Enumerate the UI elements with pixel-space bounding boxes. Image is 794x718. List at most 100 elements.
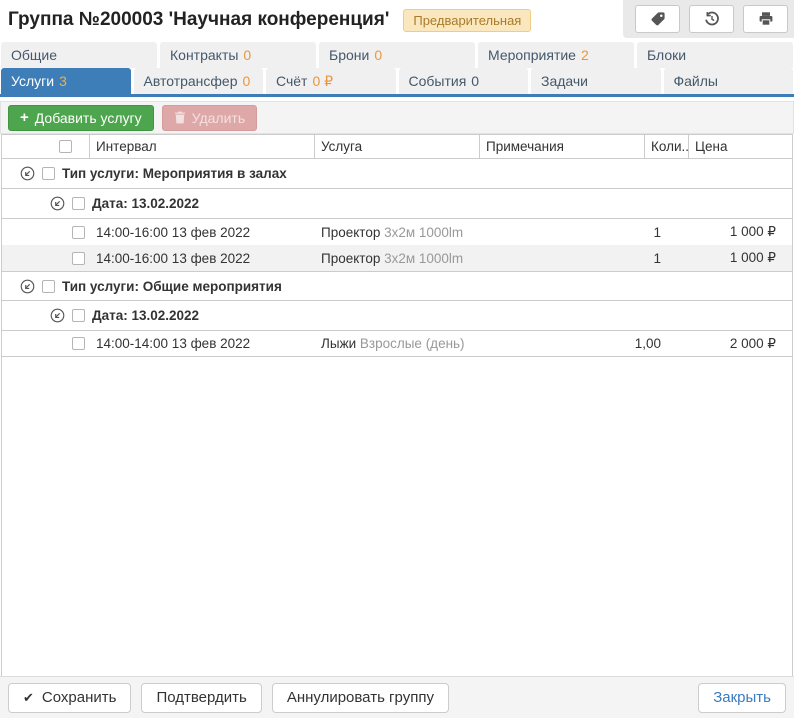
confirm-label: Подтвердить	[156, 689, 246, 706]
tab-kontrakty[interactable]: Контракты0	[160, 42, 316, 68]
tab-count-badge: 3	[59, 73, 67, 89]
cell-service: Проектор 3x2м 1000lm	[315, 251, 480, 266]
tab-label: Услуги	[11, 73, 54, 89]
service-description: Взрослые (день)	[356, 336, 464, 351]
tabs-row-2: Услуги 3 Автотрансфер 0 Счёт 0 ₽ События0 Задач…	[0, 68, 794, 94]
tab-count-badge: 0 ₽	[312, 73, 333, 90]
cell-qty: 1	[645, 225, 689, 240]
add-service-label: Добавить услугу	[35, 110, 142, 126]
services-toolbar: + Добавить услугу Удалить	[0, 101, 794, 134]
cell-price: 1 000 ₽	[689, 224, 792, 240]
delete-service-label: Удалить	[192, 110, 245, 126]
tag-icon	[650, 11, 666, 27]
row-checkbox[interactable]	[72, 252, 85, 265]
tab-sobytiya[interactable]: События0	[399, 68, 529, 94]
tab-label: Задачи	[541, 73, 588, 89]
service-type-group-row: Тип услуги: Общие мероприятия	[2, 271, 792, 301]
collapse-arrow-icon[interactable]	[20, 166, 35, 181]
group-label: Тип услуги: Общие мероприятия	[62, 279, 282, 294]
tab-zadachi[interactable]: Задачи	[531, 68, 661, 94]
annul-group-button[interactable]: Аннулировать группу	[272, 683, 449, 713]
history-button[interactable]	[689, 5, 734, 33]
row-checkbox[interactable]	[42, 280, 55, 293]
tab-bloki[interactable]: Блоки	[637, 42, 793, 68]
service-row[interactable]: 14:00-14:00 13 фев 2022Лыжи Взрослые (де…	[2, 331, 792, 357]
tab-broni[interactable]: Брони 0	[319, 42, 475, 68]
date-group-row: Дата: 13.02.2022	[2, 301, 792, 331]
collapse-arrow-icon[interactable]	[20, 279, 35, 294]
row-checkbox[interactable]	[72, 337, 85, 350]
print-icon	[758, 11, 774, 27]
tab-count-badge: 2	[581, 47, 589, 63]
group-label: Дата: 13.02.2022	[92, 308, 199, 323]
column-header-price[interactable]: Цена	[689, 135, 792, 158]
tab-schet[interactable]: Счёт 0 ₽	[266, 68, 396, 94]
services-grid: Интервал Услуга Примечания Коли... Цена …	[1, 134, 793, 676]
close-label: Закрыть	[713, 689, 771, 706]
group-label: Тип услуги: Мероприятия в залах	[62, 166, 287, 181]
tags-button[interactable]	[635, 5, 680, 33]
tab-obshchie[interactable]: Общие	[1, 42, 157, 68]
delete-service-button[interactable]: Удалить	[162, 105, 257, 131]
page-title: Группа №200003 'Научная конференция'	[8, 9, 389, 31]
tab-count-badge: 0	[374, 47, 382, 63]
tab-label: Блоки	[647, 47, 686, 63]
cell-price: 2 000 ₽	[689, 336, 792, 352]
title-bar: Группа №200003 'Научная конференция' Пре…	[0, 0, 794, 40]
print-button[interactable]	[743, 5, 788, 33]
service-row[interactable]: 14:00-16:00 13 фев 2022Проектор 3x2м 100…	[2, 245, 792, 271]
cell-check	[2, 252, 90, 265]
tab-avtotransfer[interactable]: Автотрансфер 0	[134, 68, 264, 94]
collapse-arrow-icon[interactable]	[50, 308, 65, 323]
cell-service: Лыжи Взрослые (день)	[315, 336, 480, 351]
footer-bar: ✔ Сохранить Подтвердить Аннулировать гру…	[0, 676, 794, 718]
tab-uslugi[interactable]: Услуги 3	[1, 68, 131, 94]
tab-label: Счёт	[276, 73, 307, 89]
service-row[interactable]: 14:00-16:00 13 фев 2022Проектор 3x2м 100…	[2, 219, 792, 245]
select-all-checkbox[interactable]	[59, 140, 72, 153]
tab-meropriyatie[interactable]: Мероприятие2	[478, 42, 634, 68]
tab-label: Брони	[329, 47, 369, 63]
row-checkbox[interactable]	[72, 226, 85, 239]
cell-interval: 14:00-16:00 13 фев 2022	[90, 225, 315, 240]
date-group-row: Дата: 13.02.2022	[2, 189, 792, 219]
column-header-interval[interactable]: Интервал	[90, 135, 315, 158]
confirm-button[interactable]: Подтвердить	[141, 683, 261, 713]
row-checkbox[interactable]	[72, 197, 85, 210]
row-checkbox[interactable]	[42, 167, 55, 180]
close-button[interactable]: Закрыть	[698, 683, 786, 713]
save-button[interactable]: ✔ Сохранить	[8, 683, 131, 713]
add-service-button[interactable]: + Добавить услугу	[8, 105, 154, 131]
collapse-arrow-icon[interactable]	[50, 196, 65, 211]
tab-label: Автотрансфер	[144, 73, 238, 89]
cell-qty: 1	[645, 251, 689, 266]
column-header-qty[interactable]: Коли...	[645, 135, 689, 158]
row-checkbox[interactable]	[72, 309, 85, 322]
service-name: Проектор	[321, 251, 380, 266]
trash-icon	[174, 111, 186, 124]
column-header-notes[interactable]: Примечания	[480, 135, 645, 158]
active-tab-underline	[0, 94, 794, 97]
column-header-service[interactable]: Услуга	[315, 135, 480, 158]
group-label: Дата: 13.02.2022	[92, 196, 199, 211]
service-description: 3x2м 1000lm	[380, 251, 463, 266]
tab-label: Файлы	[674, 73, 718, 89]
grid-body: Тип услуги: Мероприятия в залах Дата: 13.…	[2, 159, 792, 676]
tab-count-badge: 0	[243, 73, 251, 89]
save-label: Сохранить	[42, 689, 117, 706]
cell-qty: 1,00	[645, 336, 689, 351]
cell-interval: 14:00-14:00 13 фев 2022	[90, 336, 315, 351]
grid-header-checkbox-cell	[2, 135, 90, 158]
tab-count-badge: 0	[243, 47, 251, 63]
service-name: Проектор	[321, 225, 380, 240]
tab-count-badge: 0	[471, 73, 479, 89]
check-icon: ✔	[23, 690, 34, 706]
header-icon-buttons	[623, 0, 794, 38]
tab-label: Общие	[11, 47, 57, 63]
tab-faily[interactable]: Файлы	[664, 68, 794, 94]
service-name: Лыжи	[321, 336, 356, 351]
cell-service: Проектор 3x2м 1000lm	[315, 225, 480, 240]
cell-price: 1 000 ₽	[689, 250, 792, 266]
cell-check	[2, 226, 90, 239]
status-badge: Предварительная	[403, 9, 531, 32]
